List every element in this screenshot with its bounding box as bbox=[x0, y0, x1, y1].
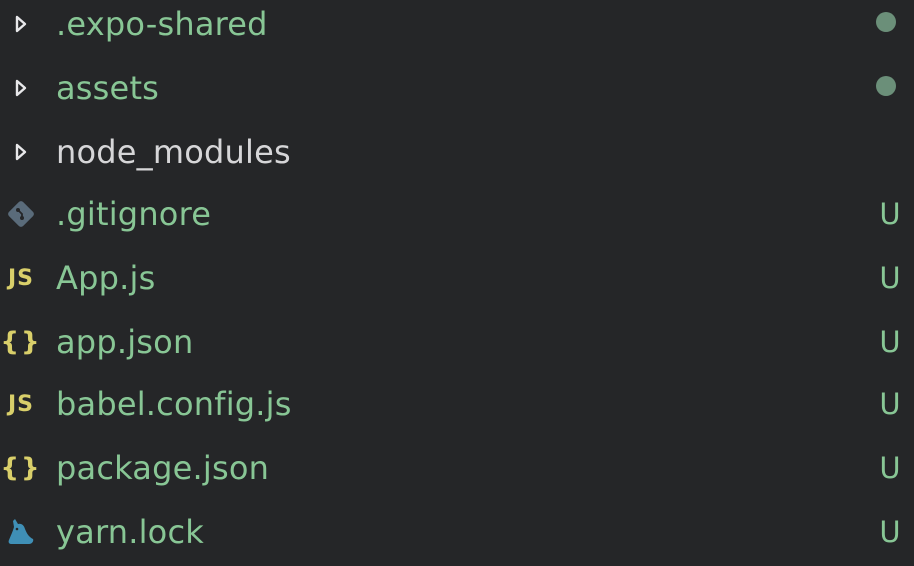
tree-item-expo-shared[interactable]: .expo-shared bbox=[0, 0, 914, 56]
chevron-right-icon[interactable] bbox=[4, 120, 38, 184]
tree-item-label: app.json bbox=[56, 323, 194, 361]
tree-item-label: App.js bbox=[56, 259, 156, 297]
json-icon: {} bbox=[0, 327, 42, 357]
tree-item-label: assets bbox=[56, 69, 160, 107]
tree-item-gitignore[interactable]: .gitignore U bbox=[0, 182, 914, 246]
modified-dot-icon bbox=[876, 12, 896, 32]
git-icon bbox=[4, 182, 38, 246]
tree-item-babel-config[interactable]: JS babel.config.js U bbox=[0, 372, 914, 436]
tree-item-label: .gitignore bbox=[56, 195, 212, 233]
untracked-badge: U bbox=[879, 387, 901, 421]
yarn-icon bbox=[4, 500, 38, 564]
tree-item-label: babel.config.js bbox=[56, 385, 292, 423]
tree-item-label: package.json bbox=[56, 449, 270, 487]
tree-item-app-js[interactable]: JS App.js U bbox=[0, 246, 914, 310]
chevron-right-icon[interactable] bbox=[4, 0, 38, 56]
tree-item-label: node_modules bbox=[56, 133, 291, 171]
modified-dot-icon bbox=[876, 76, 896, 96]
tree-item-label: yarn.lock bbox=[56, 513, 204, 551]
tree-item-app-json[interactable]: {} app.json U bbox=[0, 310, 914, 374]
untracked-badge: U bbox=[879, 451, 901, 485]
tree-item-label: .expo-shared bbox=[56, 5, 268, 43]
js-icon: JS bbox=[7, 391, 35, 417]
tree-item-package-json[interactable]: {} package.json U bbox=[0, 436, 914, 500]
untracked-badge: U bbox=[879, 325, 901, 359]
untracked-badge: U bbox=[879, 515, 901, 549]
tree-item-assets[interactable]: assets bbox=[0, 56, 914, 120]
chevron-right-icon[interactable] bbox=[4, 56, 38, 120]
js-icon: JS bbox=[7, 265, 35, 291]
file-explorer-tree: .expo-shared assets node_modules .gitign… bbox=[0, 0, 914, 566]
tree-item-yarn-lock[interactable]: yarn.lock U bbox=[0, 500, 914, 564]
untracked-badge: U bbox=[879, 197, 901, 231]
untracked-badge: U bbox=[879, 261, 901, 295]
json-icon: {} bbox=[0, 453, 42, 483]
tree-item-node-modules[interactable]: node_modules bbox=[0, 120, 914, 184]
